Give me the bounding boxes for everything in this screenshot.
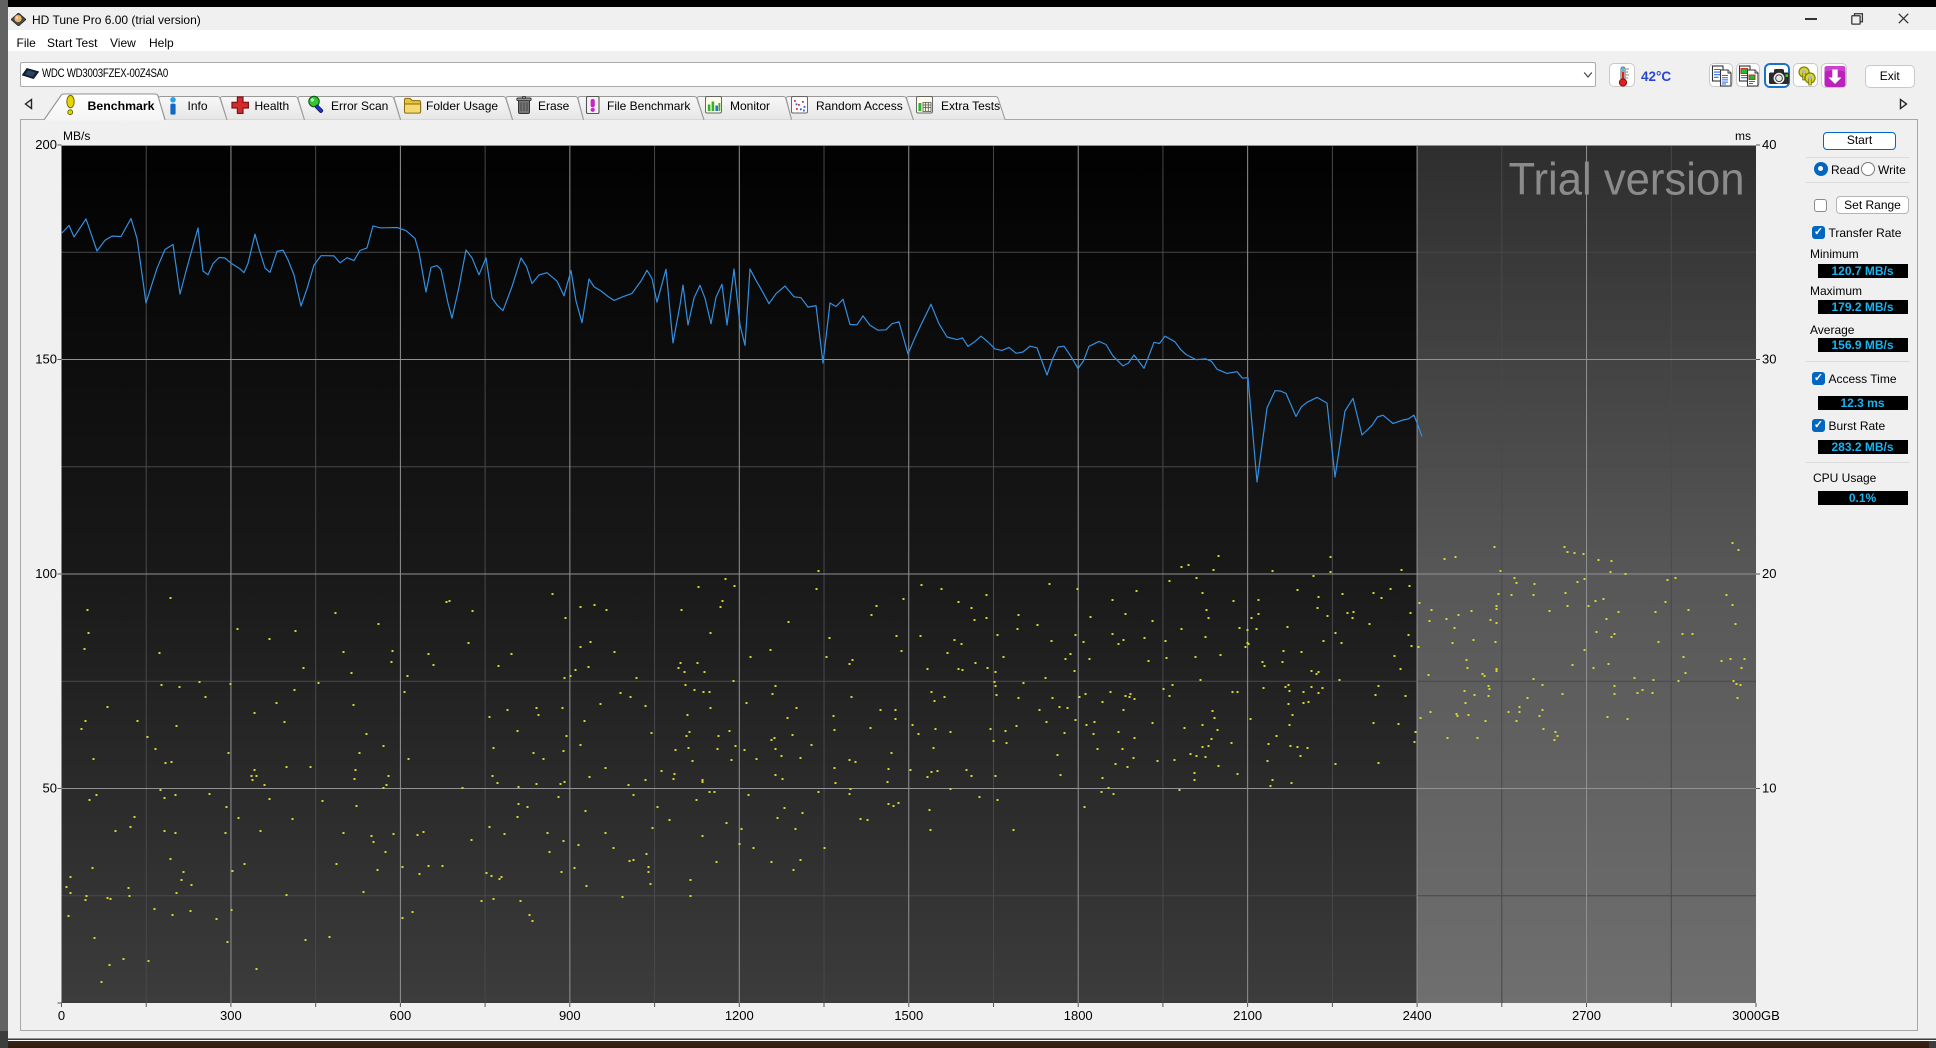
svg-text:1800: 1800 <box>1064 1008 1093 1022</box>
svg-text:Benchmark: Benchmark <box>88 99 155 113</box>
svg-text:Trial version: Trial version <box>1509 154 1745 205</box>
svg-text:20: 20 <box>1762 566 1776 581</box>
svg-text:Random Access: Random Access <box>816 99 903 113</box>
svg-text:300: 300 <box>220 1008 242 1022</box>
svg-text:2700: 2700 <box>1572 1008 1601 1022</box>
svg-text:0: 0 <box>58 1008 65 1022</box>
svg-text:150: 150 <box>35 352 57 367</box>
svg-text:1500: 1500 <box>894 1008 923 1022</box>
svg-text:30: 30 <box>1762 352 1776 367</box>
svg-text:MB/s: MB/s <box>63 129 90 143</box>
svg-text:Info: Info <box>188 99 208 113</box>
svg-text:Error Scan: Error Scan <box>331 99 388 113</box>
svg-text:1200: 1200 <box>725 1008 754 1022</box>
svg-text:ms: ms <box>1735 129 1751 143</box>
svg-text:10: 10 <box>1762 781 1776 796</box>
svg-text:File Benchmark: File Benchmark <box>607 99 691 113</box>
svg-text:Folder Usage: Folder Usage <box>426 99 498 113</box>
svg-text:50: 50 <box>43 781 57 796</box>
svg-text:2100: 2100 <box>1233 1008 1262 1022</box>
svg-text:100: 100 <box>35 566 57 581</box>
svg-text:Erase: Erase <box>538 99 570 113</box>
svg-text:Health: Health <box>255 99 290 113</box>
svg-text:600: 600 <box>390 1008 412 1022</box>
svg-text:200: 200 <box>35 137 57 152</box>
svg-text:3000GB: 3000GB <box>1732 1008 1780 1022</box>
svg-text:900: 900 <box>559 1008 581 1022</box>
svg-text:40: 40 <box>1762 137 1776 152</box>
svg-text:Extra Tests: Extra Tests <box>941 99 1000 113</box>
svg-text:2400: 2400 <box>1403 1008 1432 1022</box>
svg-text:Monitor: Monitor <box>730 99 770 113</box>
